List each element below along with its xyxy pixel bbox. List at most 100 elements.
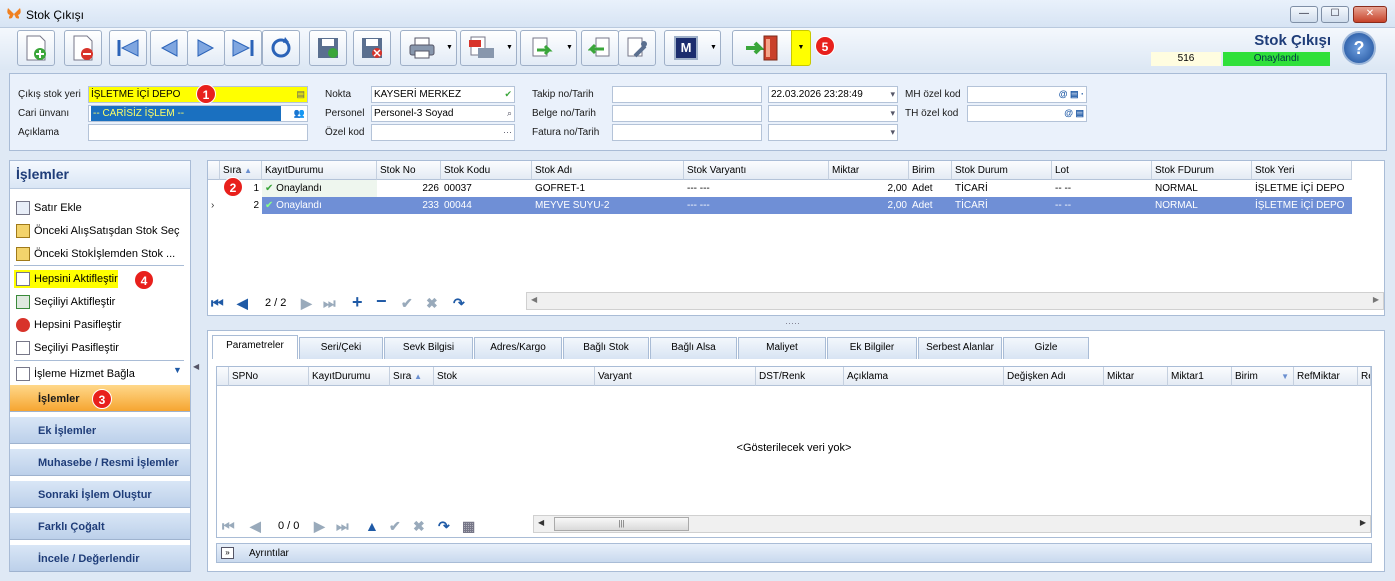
refresh-icon[interactable]: ↷ xyxy=(438,518,450,535)
group-sonraki-islem[interactable]: Sonraki İşlem Oluştur xyxy=(10,480,190,508)
help-button[interactable]: ? xyxy=(1342,31,1376,65)
chevron-down-icon[interactable]: ▾ xyxy=(890,87,895,102)
save-close-button[interactable] xyxy=(353,30,391,66)
column-header[interactable]: Miktar1 xyxy=(1168,367,1232,386)
table-row[interactable]: 1 ✔ Onaylandı 226 00037 GOFRET-1 --- ---… xyxy=(208,180,1352,197)
splitter-grip[interactable]: ····· xyxy=(785,318,800,328)
confirm-icon[interactable]: ✔ xyxy=(389,518,401,535)
chevron-down-icon[interactable]: ▼ xyxy=(173,365,182,375)
belge-no-field[interactable] xyxy=(612,105,762,122)
hepsini-aktiflestir-item[interactable]: Hepsini Aktifleştir xyxy=(14,270,118,288)
print-dropdown[interactable]: ▼ xyxy=(443,30,457,66)
details-bar[interactable]: » Ayrıntılar xyxy=(216,543,1372,563)
tab-bagli-stok[interactable]: Bağlı Stok xyxy=(563,337,649,359)
column-header[interactable]: Stok Kodu xyxy=(441,161,532,180)
exit-button[interactable] xyxy=(732,30,792,66)
tab-parametreler[interactable]: Parametreler xyxy=(212,335,298,359)
column-header[interactable]: SPNo xyxy=(229,367,309,386)
group-incele[interactable]: İncele / Değerlendir xyxy=(10,544,190,572)
at-sign-icon[interactable]: @ ▤ xyxy=(1064,106,1084,121)
ozel-kod-field[interactable]: ··· xyxy=(371,124,515,141)
tab-ek-bilgiler[interactable]: Ek Bilgiler xyxy=(827,337,917,359)
hizmet-bagla-item[interactable]: İşleme Hizmet Bağla xyxy=(14,365,135,383)
first-icon[interactable]: ⏮ xyxy=(222,518,235,535)
group-muhasebe[interactable]: Muhasebe / Resmi İşlemler xyxy=(10,448,190,476)
column-header[interactable]: Stok xyxy=(434,367,595,386)
last-record-button[interactable] xyxy=(224,30,262,66)
next-icon[interactable]: ▶ xyxy=(314,518,325,535)
import-button[interactable] xyxy=(581,30,619,66)
prev-record-button[interactable] xyxy=(150,30,188,66)
remove-icon[interactable]: − xyxy=(376,291,387,312)
prev-icon[interactable]: ◀ xyxy=(250,518,261,535)
m-dropdown[interactable]: ▼ xyxy=(707,30,721,66)
fatura-no-field[interactable] xyxy=(612,124,762,141)
exit-dropdown[interactable]: ▼ xyxy=(791,30,811,66)
column-header[interactable]: Sıra ▲ xyxy=(220,161,262,180)
search-icon[interactable]: ⌕ xyxy=(507,106,512,121)
print-button[interactable] xyxy=(400,30,444,66)
group-ek-islemler[interactable]: Ek İşlemler xyxy=(10,416,190,444)
cari-unvani-field[interactable]: -- CARİSİZ İŞLEM -- 👥 xyxy=(88,105,308,122)
maximize-button[interactable]: ☐ xyxy=(1321,6,1349,23)
personel-field[interactable]: Personel-3 Soyad ⌕ xyxy=(371,105,515,122)
close-button[interactable]: ✕ xyxy=(1353,6,1387,23)
tab-gizle[interactable]: Gizle xyxy=(1003,337,1089,359)
m-module-button[interactable]: M xyxy=(664,30,708,66)
nokta-field[interactable]: KAYSERİ MERKEZ ✔ xyxy=(371,86,515,103)
scroll-thumb[interactable]: ||| xyxy=(554,517,689,531)
onceki-stokislem-item[interactable]: Önceki Stokİşlemden Stok ... xyxy=(14,245,175,263)
transfer-dropdown[interactable]: ▼ xyxy=(563,30,577,66)
chevron-down-icon[interactable]: ▾ xyxy=(890,125,895,140)
tab-bagli-alsa[interactable]: Bağlı Alsa xyxy=(650,337,737,359)
takip-tarih-field[interactable]: 22.03.2026 23:28:49 ▾ xyxy=(768,86,898,103)
next-icon[interactable]: ▶ xyxy=(301,295,312,312)
tab-seri-ceki[interactable]: Seri/Çeki xyxy=(299,337,383,359)
delete-document-button[interactable] xyxy=(64,30,102,66)
move-up-icon[interactable]: ▲ xyxy=(365,518,379,534)
prev-icon[interactable]: ◀ xyxy=(237,295,248,312)
refresh-button[interactable] xyxy=(262,30,300,66)
settings-tools-button[interactable] xyxy=(618,30,656,66)
cancel-icon[interactable]: ✖ xyxy=(426,295,438,312)
transfer-button[interactable] xyxy=(520,30,564,66)
column-header[interactable]: Varyant xyxy=(595,367,756,386)
group-farkli-cogalt[interactable]: Farklı Çoğalt xyxy=(10,512,190,540)
column-header[interactable]: KayıtDurumu xyxy=(309,367,390,386)
add-icon[interactable]: + xyxy=(352,292,363,313)
last-icon[interactable]: ⏭ xyxy=(336,518,349,535)
column-header[interactable]: Miktar xyxy=(1104,367,1168,386)
column-header[interactable]: Stok Varyantı xyxy=(684,161,829,180)
tab-sevk-bilgisi[interactable]: Sevk Bilgisi xyxy=(384,337,473,359)
save-button[interactable] xyxy=(309,30,347,66)
tab-serbest-alanlar[interactable]: Serbest Alanlar xyxy=(918,337,1002,359)
export-pdf-button[interactable] xyxy=(460,30,504,66)
column-header[interactable]: Stok FDurum xyxy=(1152,161,1252,180)
belge-tarih-field[interactable]: ▾ xyxy=(768,105,898,122)
first-icon[interactable]: ⏮ xyxy=(211,295,224,312)
collapse-panel-icon[interactable]: ◀ xyxy=(193,362,199,371)
onceki-alissatis-item[interactable]: Önceki AlışSatışdan Stok Seç xyxy=(14,222,180,240)
seciliyi-aktiflestir-item[interactable]: Seçiliyi Aktifleştir xyxy=(14,293,115,311)
at-sign-icon[interactable]: @ ▤ · xyxy=(1059,87,1084,102)
seciliyi-pasiflestir-item[interactable]: Seçiliyi Pasifleştir xyxy=(14,339,119,357)
th-ozel-kod-field[interactable]: @ ▤ xyxy=(967,105,1087,122)
minimize-button[interactable]: — xyxy=(1290,6,1318,23)
hepsini-pasiflestir-item[interactable]: Hepsini Pasifleştir xyxy=(14,316,121,334)
column-header[interactable]: Açıklama xyxy=(844,367,1004,386)
people-lookup-icon[interactable]: 👥 xyxy=(294,106,305,121)
column-header[interactable]: Stok Durum xyxy=(952,161,1052,180)
column-header[interactable]: KayıtDurumu xyxy=(262,161,377,180)
takip-no-field[interactable] xyxy=(612,86,762,103)
first-record-button[interactable] xyxy=(109,30,147,66)
fatura-tarih-field[interactable]: ▾ xyxy=(768,124,898,141)
chevron-down-icon[interactable]: ▾ xyxy=(890,106,895,121)
refresh-icon[interactable]: ↷ xyxy=(453,295,465,312)
lookup-icon[interactable]: ▤ xyxy=(296,87,305,102)
column-header[interactable]: Sıra ▲ xyxy=(390,367,434,386)
expand-icon[interactable]: » xyxy=(221,547,234,559)
column-header[interactable]: RefMiktar xyxy=(1294,367,1358,386)
pdf-dropdown[interactable]: ▼ xyxy=(503,30,517,66)
new-document-button[interactable] xyxy=(17,30,55,66)
cancel-icon[interactable]: ✖ xyxy=(413,518,425,535)
